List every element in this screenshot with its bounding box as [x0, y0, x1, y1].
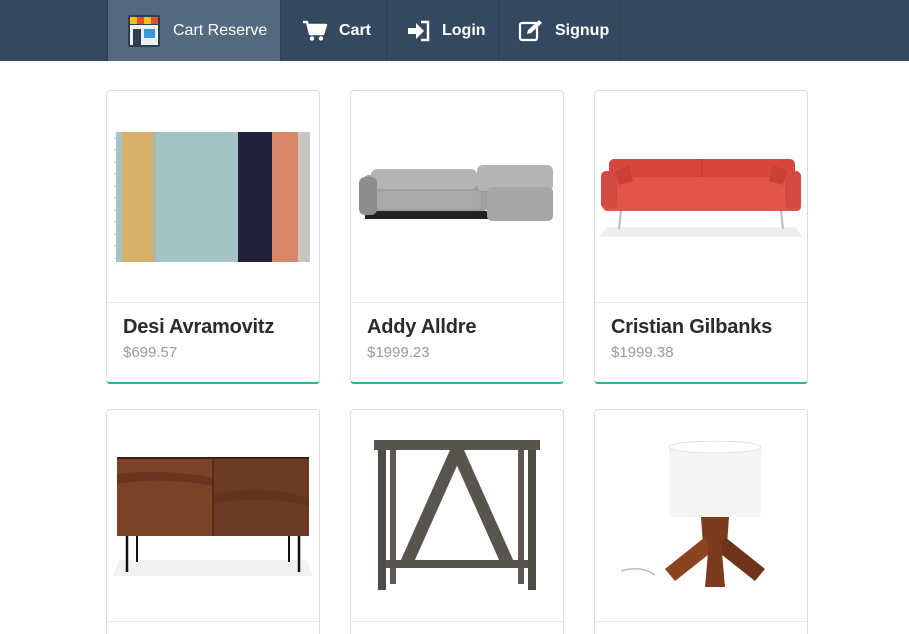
sign-in-icon [407, 20, 431, 42]
walnut-credenza-image [113, 456, 313, 576]
product-name[interactable]: Addy Alldre [367, 316, 476, 339]
brand-label: Cart Reserve [173, 21, 268, 39]
product-name[interactable]: Cristian Gilbanks [611, 316, 772, 339]
storefront-icon [127, 14, 161, 48]
nav-cart-link[interactable]: Cart [281, 0, 387, 61]
wood-table-lamp-image [621, 440, 765, 587]
product-card[interactable] [106, 409, 320, 634]
product-card[interactable]: Cristian Gilbanks $1999.38 [594, 90, 808, 384]
product-price: $699.57 [123, 344, 178, 361]
red-sofa-image [599, 158, 803, 237]
product-card[interactable]: Desi Avramovitz $699.57 [106, 90, 320, 384]
product-card[interactable]: Addy Alldre $1999.23 [350, 90, 564, 384]
nav-brand-link[interactable]: Cart Reserve [107, 0, 281, 61]
product-name[interactable]: Desi Avramovitz [123, 316, 274, 339]
top-navbar: Cart Reserve Cart Login Signup [0, 0, 909, 61]
shopping-cart-icon [302, 20, 328, 42]
product-price: $1999.23 [367, 344, 430, 361]
product-image[interactable] [107, 91, 319, 303]
nav-cart-label: Cart [339, 21, 372, 39]
striped-rug-image [114, 131, 310, 262]
product-image[interactable] [351, 410, 563, 622]
nav-signup-label: Signup [555, 21, 610, 39]
product-image[interactable] [107, 410, 319, 622]
product-image[interactable] [595, 410, 807, 622]
metal-side-table-image [374, 439, 540, 590]
product-image[interactable] [351, 91, 563, 303]
nav-signup-link[interactable]: Signup [499, 0, 621, 61]
nav-login-label: Login [442, 21, 486, 39]
product-image[interactable] [595, 91, 807, 303]
product-card[interactable] [350, 409, 564, 634]
edit-icon [518, 19, 544, 43]
product-card[interactable] [594, 409, 808, 634]
grey-sectional-sofa-image [359, 164, 553, 221]
product-price: $1999.38 [611, 344, 674, 361]
nav-login-link[interactable]: Login [387, 0, 499, 61]
